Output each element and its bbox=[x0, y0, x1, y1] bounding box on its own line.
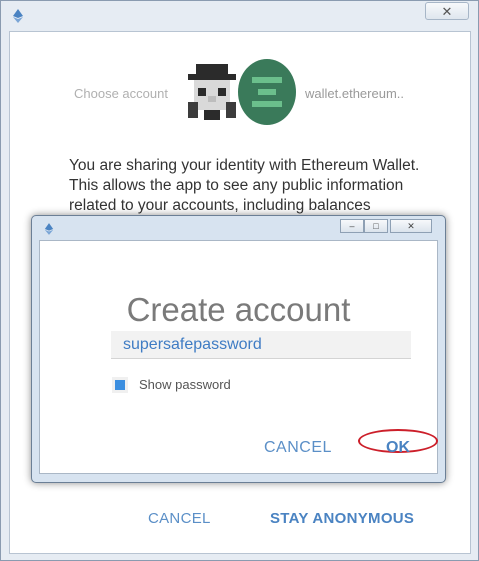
maximize-icon: □ bbox=[373, 221, 379, 231]
dialog-close-button[interactable]: ✕ bbox=[390, 219, 432, 233]
show-password-label: Show password bbox=[139, 377, 231, 392]
close-icon: ✕ bbox=[407, 221, 415, 231]
green-identicon-icon[interactable] bbox=[238, 59, 296, 125]
stay-anonymous-button[interactable]: STAY ANONYMOUS bbox=[270, 510, 414, 527]
pixel-avatar-icon[interactable] bbox=[186, 62, 238, 124]
ethereum-icon bbox=[13, 9, 23, 23]
sharing-description: You are sharing your identity with Ether… bbox=[69, 157, 420, 214]
dialog-body: Create account Show password CANCEL OK bbox=[39, 240, 438, 474]
outer-titlebar[interactable]: ✕ bbox=[1, 1, 478, 29]
create-account-dialog: – □ ✕ Create account Show password CANCE… bbox=[31, 215, 446, 483]
ok-button[interactable]: OK bbox=[386, 439, 410, 457]
dialog-titlebar[interactable]: – □ ✕ bbox=[32, 216, 445, 240]
minimize-icon: – bbox=[349, 221, 355, 231]
choose-account-link[interactable]: Choose account bbox=[74, 86, 168, 101]
close-button[interactable]: ✕ bbox=[425, 2, 469, 20]
ethereum-icon bbox=[44, 223, 54, 235]
close-icon: ✕ bbox=[441, 4, 453, 19]
dialog-cancel-button[interactable]: CANCEL bbox=[264, 439, 332, 457]
maximize-button[interactable]: □ bbox=[364, 219, 388, 233]
password-field[interactable] bbox=[111, 331, 411, 359]
cancel-button[interactable]: CANCEL bbox=[148, 510, 211, 527]
minimize-button[interactable]: – bbox=[340, 219, 364, 233]
show-password-checkbox[interactable] bbox=[112, 377, 128, 393]
app-name-label: wallet.ethereum.. bbox=[305, 86, 404, 101]
dialog-title: Create account bbox=[126, 291, 351, 328]
